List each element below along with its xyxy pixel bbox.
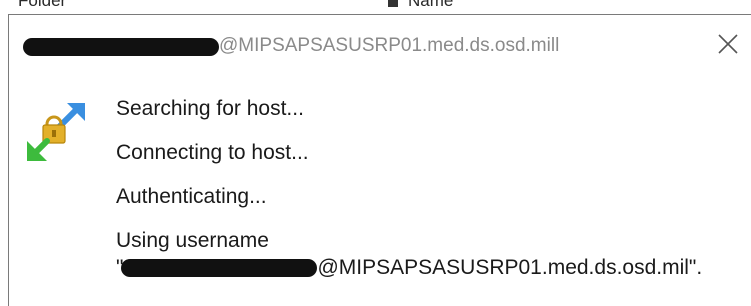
status-line-connecting: Connecting to host...: [116, 141, 309, 164]
title-redaction: [23, 38, 219, 56]
username-suffix: @MIPSAPSASUSRP01.med.ds.osd.mil".: [317, 256, 703, 279]
connection-dialog: @MIPSAPSASUSRP01.med.ds.osd.mill Searchi…: [8, 14, 751, 306]
background-column-header: Name: [388, 0, 453, 11]
close-icon: [718, 34, 738, 54]
status-lines: Searching for host... Connecting to host…: [116, 87, 702, 281]
username-value: " @MIPSAPSASUSRP01.med.ds.osd.mil".: [116, 255, 702, 281]
connection-lock-arrows-icon: [27, 103, 85, 161]
background-column-label-name: Name: [408, 0, 454, 10]
status-line-authenticating: Authenticating...: [116, 185, 267, 208]
close-button[interactable]: [711, 29, 745, 59]
checkbox-icon: [388, 0, 398, 7]
dialog-title-bar: @MIPSAPSASUSRP01.med.ds.osd.mill: [9, 15, 751, 73]
dialog-title: @MIPSAPSASUSRP01.med.ds.osd.mill: [219, 35, 560, 56]
background-window: Folder Name: [0, 0, 751, 14]
screen: Folder Name @MIPSAPSASUSRP01.med.ds.osd.…: [0, 0, 751, 306]
background-column-label: Folder: [18, 0, 67, 10]
username-redaction: [121, 259, 318, 278]
status-line-searching: Searching for host...: [116, 97, 304, 120]
